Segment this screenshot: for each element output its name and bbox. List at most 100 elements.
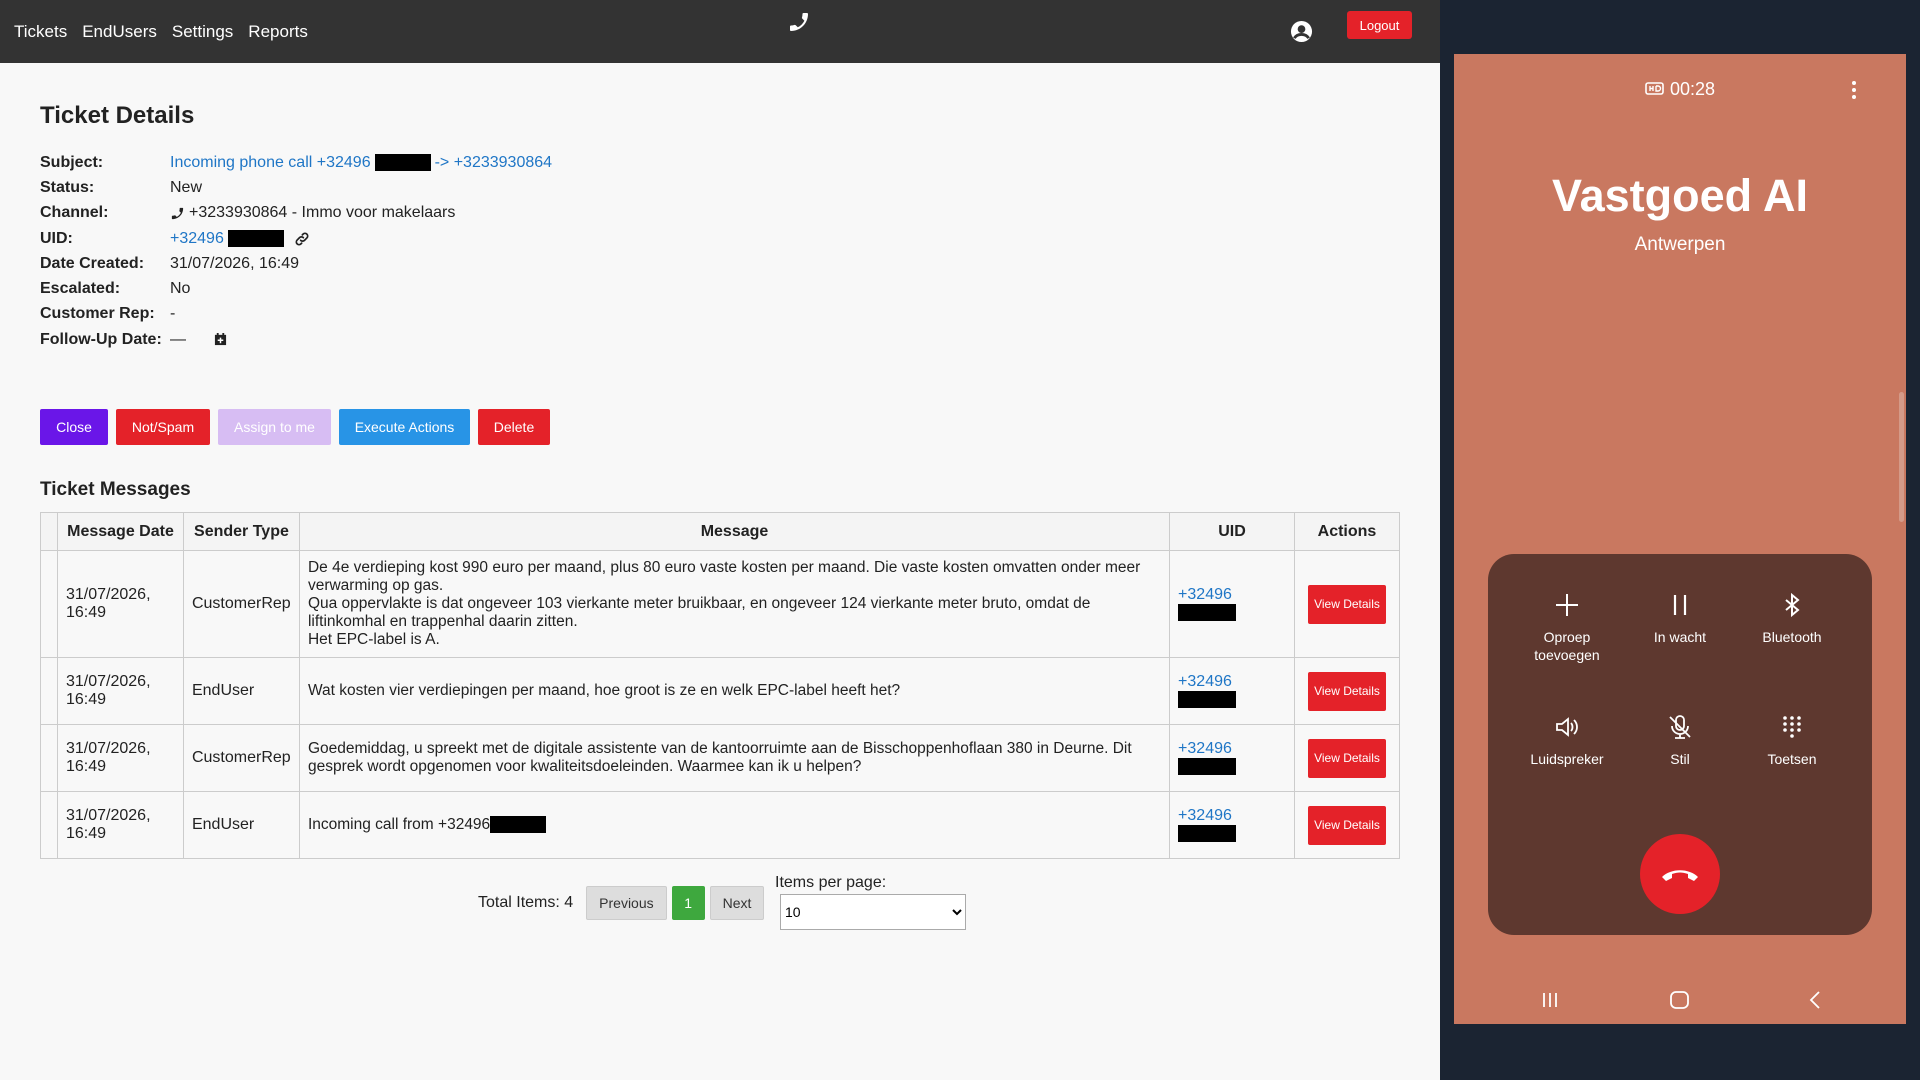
detail-follow-up: Follow-Up Date: — (40, 327, 552, 352)
row-select (40, 550, 58, 658)
items-per-page: Items per page: 10 (775, 874, 966, 930)
detail-date-created: Date Created: 31/07/2026, 16:49 (40, 251, 552, 276)
cell-uid: +32496 (1169, 724, 1295, 792)
plus-icon (1556, 594, 1578, 616)
logout-button[interactable]: Logout (1347, 11, 1412, 39)
mute-microphone-icon (1669, 715, 1691, 739)
items-per-page-select[interactable]: 10 (780, 894, 966, 930)
next-page-button[interactable]: Next (709, 886, 765, 920)
messages-table: Message Date Sender Type Message UID Act… (40, 512, 1401, 859)
view-details-button[interactable]: View Details (1307, 671, 1386, 711)
redacted-number (1178, 825, 1237, 843)
more-options-icon[interactable] (1852, 81, 1856, 99)
nav-reports[interactable]: Reports (248, 22, 308, 42)
scrollbar[interactable] (1899, 392, 1904, 522)
link-icon[interactable] (294, 231, 310, 247)
add-call-button[interactable]: Oproep toevoegen (1511, 591, 1623, 664)
channel-text: +3233930864 - Immo voor makelaars (189, 204, 456, 222)
assign-to-me-button[interactable]: Assign to me (218, 409, 331, 445)
nav-settings[interactable]: Settings (172, 22, 233, 42)
phone-icon (171, 207, 184, 219)
ticket-details: Subject: Incoming phone call +32496 -> +… (40, 150, 552, 352)
cell-date: 31/07/2026, 16:49 (57, 550, 184, 658)
cell-actions: View Details (1293, 791, 1401, 859)
cell-date: 31/07/2026, 16:49 (57, 657, 184, 725)
nav-endusers[interactable]: EndUsers (82, 22, 157, 42)
recent-apps-icon[interactable] (1543, 993, 1557, 1007)
main-nav: Tickets EndUsers Settings Reports (14, 0, 308, 63)
header-uid[interactable]: UID (1169, 512, 1295, 551)
home-icon[interactable] (1670, 991, 1689, 1009)
redacted-number (1178, 758, 1237, 776)
speaker-icon (1556, 717, 1578, 737)
detail-escalated: Escalated: No (40, 276, 552, 301)
call-controls-panel: Oproep toevoegen In wacht Bluetooth Luid… (1488, 554, 1872, 935)
view-details-button[interactable]: View Details (1307, 584, 1386, 624)
cell-actions: View Details (1293, 550, 1401, 658)
status-label: Status: (40, 178, 95, 196)
keypad-button[interactable]: Toetsen (1736, 713, 1848, 768)
previous-page-button[interactable]: Previous (586, 886, 667, 920)
page-title: Ticket Details (40, 102, 195, 129)
cell-actions: View Details (1293, 724, 1401, 792)
row-select (40, 791, 58, 859)
cell-sender: EndUser (182, 791, 300, 859)
hang-up-icon (1662, 870, 1698, 881)
uid-value: +32496 (170, 230, 310, 248)
channel-value: +3233930864 - Immo voor makelaars (170, 204, 455, 222)
end-call-button[interactable] (1640, 834, 1720, 914)
cell-date: 31/07/2026, 16:49 (57, 724, 184, 792)
header-actions: Actions (1293, 512, 1401, 551)
detail-customer-rep: Customer Rep: - (40, 302, 552, 327)
phone-icon (790, 12, 808, 31)
header-message-date[interactable]: Message Date (57, 512, 184, 551)
pause-icon (1673, 595, 1687, 615)
subject-link[interactable]: Incoming phone call +32496 -> +323393086… (170, 154, 552, 172)
uid-link[interactable]: +32496 (1178, 586, 1232, 603)
uid-link[interactable]: +32496 (1178, 807, 1232, 824)
row-select (40, 724, 58, 792)
back-icon[interactable] (1809, 991, 1820, 1009)
mute-button[interactable]: Stil (1624, 713, 1736, 768)
cell-uid: +32496 (1169, 791, 1295, 859)
header-message[interactable]: Message (298, 512, 1171, 551)
cell-uid: +32496 (1169, 550, 1295, 658)
speaker-button[interactable]: Luidspreker (1511, 713, 1623, 768)
calendar-icon[interactable] (214, 333, 227, 346)
customer-rep-label: Customer Rep: (40, 305, 155, 323)
view-details-button[interactable]: View Details (1307, 738, 1386, 778)
header-sender-type[interactable]: Sender Type (182, 512, 300, 551)
table-row: 31/07/2026, 16:49 CustomerRep Goedemidda… (40, 724, 1401, 792)
execute-actions-button[interactable]: Execute Actions (339, 409, 470, 445)
delete-ticket-button[interactable]: Delete (478, 409, 550, 445)
bluetooth-icon (1785, 592, 1800, 618)
bluetooth-button[interactable]: Bluetooth (1736, 591, 1848, 646)
uid-link[interactable]: +32496 (1178, 673, 1232, 690)
date-created-value: 31/07/2026, 16:49 (170, 254, 300, 272)
caller-location: Antwerpen (1634, 234, 1726, 255)
hold-button[interactable]: In wacht (1624, 591, 1736, 646)
subject-prefix: Incoming phone call +32496 (170, 153, 371, 171)
message-line: Het EPC-label is A. (307, 631, 440, 648)
close-ticket-button[interactable]: Close (40, 409, 108, 445)
cell-date: 31/07/2026, 16:49 (57, 791, 184, 859)
nav-tickets[interactable]: Tickets (14, 22, 67, 42)
subject-label: Subject: (40, 153, 104, 171)
ticket-actions: Close Not/Spam Assign to me Execute Acti… (40, 409, 550, 445)
follow-up-label: Follow-Up Date: (40, 330, 162, 348)
uid-link[interactable]: +32496 (1178, 740, 1232, 757)
hd-voice-icon (1645, 82, 1664, 95)
escalated-label: Escalated: (40, 280, 121, 298)
call-timer: 00:28 (1669, 79, 1716, 99)
cell-message: De 4e verdieping kost 990 euro per maand… (298, 550, 1171, 658)
not-spam-button[interactable]: Not/Spam (116, 409, 210, 445)
items-per-page-label: Items per page: (775, 874, 887, 891)
page-1-button[interactable]: 1 (671, 886, 705, 920)
view-details-button[interactable]: View Details (1307, 805, 1386, 845)
detail-uid: UID: +32496 (40, 226, 552, 251)
user-account-icon[interactable] (1290, 20, 1313, 43)
uid-link[interactable]: +32496 (170, 230, 224, 248)
total-items: Total Items: 4 (478, 894, 574, 911)
redacted-number (1178, 604, 1237, 622)
message-line: Wat kosten vier verdiepingen per maand, … (307, 682, 901, 699)
